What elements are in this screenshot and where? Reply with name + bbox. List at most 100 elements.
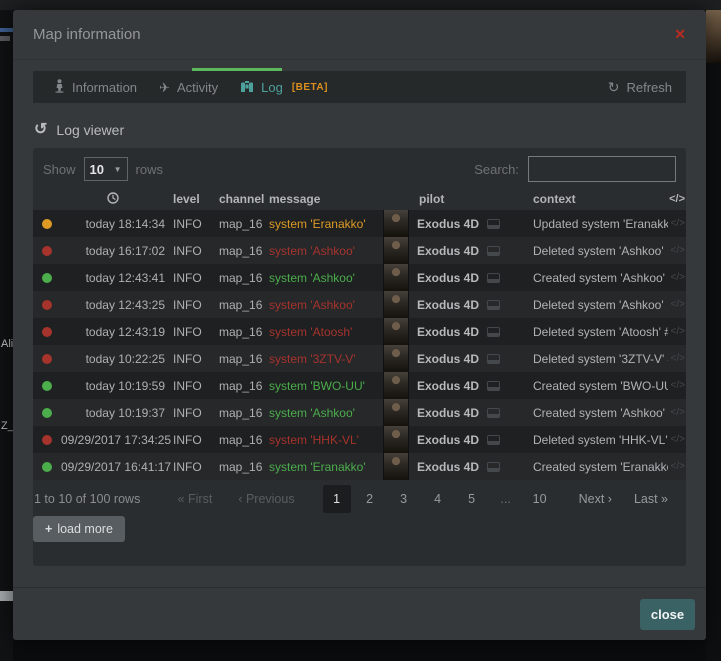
- row-message: system 'Ashkoo': [267, 298, 383, 312]
- row-status-cell: [33, 246, 61, 256]
- history-icon: ↺: [34, 122, 47, 138]
- load-more-button[interactable]: +load more: [33, 516, 125, 542]
- table-row[interactable]: today 18:14:34 INFO map_16 system 'Erana…: [33, 210, 686, 237]
- clock-icon: [107, 192, 119, 207]
- row-channel: map_16: [215, 271, 267, 285]
- row-channel: map_16: [215, 406, 267, 420]
- code-icon[interactable]: </>: [668, 326, 686, 337]
- pilot-card-icon: [487, 435, 500, 445]
- pagination-first-button[interactable]: « First: [178, 492, 213, 506]
- refresh-button[interactable]: ↻ Refresh: [608, 79, 676, 96]
- row-context: Created system 'Eranakko...: [531, 460, 668, 474]
- pagination-previous-button[interactable]: ‹ Previous: [238, 492, 294, 506]
- row-time: today 10:22:25: [61, 352, 165, 366]
- pilot-name: Exodus 4D: [417, 460, 479, 474]
- status-dot: [42, 381, 52, 391]
- pilot-avatar: [383, 210, 409, 237]
- pagination-page-10[interactable]: 10: [525, 492, 555, 506]
- tab-label: Log: [261, 80, 283, 95]
- row-time: 09/29/2017 16:41:17: [61, 460, 165, 474]
- code-icon[interactable]: </>: [668, 272, 686, 283]
- background-right-strip: [706, 10, 721, 661]
- table-row[interactable]: 09/29/2017 16:41:17 INFO map_16 system '…: [33, 453, 686, 480]
- pagination-next-button[interactable]: Next ›: [579, 492, 612, 506]
- pilot-name: Exodus 4D: [417, 244, 479, 258]
- pagination-last-button[interactable]: Last »: [634, 492, 668, 506]
- row-channel: map_16: [215, 433, 267, 447]
- row-channel: map_16: [215, 217, 267, 231]
- table-row[interactable]: 09/29/2017 17:34:25 INFO map_16 system '…: [33, 426, 686, 453]
- row-pilot-cell: Exodus 4D: [383, 426, 531, 453]
- pilot-card-icon: [487, 381, 500, 391]
- status-dot: [42, 219, 52, 229]
- search-input[interactable]: [528, 156, 676, 182]
- header-level[interactable]: level: [165, 192, 215, 206]
- pilot-avatar: [383, 426, 409, 453]
- pilot-name: Exodus 4D: [417, 433, 479, 447]
- pagination-page-5[interactable]: 5: [457, 492, 487, 506]
- row-channel: map_16: [215, 352, 267, 366]
- row-status-cell: [33, 300, 61, 310]
- pagination-page-4[interactable]: 4: [423, 492, 453, 506]
- pilot-avatar: [383, 237, 409, 264]
- code-icon[interactable]: </>: [668, 353, 686, 364]
- row-context: Deleted system 'HHK-VL' ...: [531, 433, 668, 447]
- pagination-page-2[interactable]: 2: [355, 492, 385, 506]
- code-icon[interactable]: </>: [668, 407, 686, 418]
- refresh-icon: ↻: [608, 79, 620, 96]
- pilot-name: Exodus 4D: [417, 406, 479, 420]
- plane-icon: ✈: [159, 81, 170, 94]
- code-icon[interactable]: </>: [668, 434, 686, 445]
- code-icon[interactable]: </>: [668, 245, 686, 256]
- pilot-avatar: [383, 264, 409, 291]
- pilot-card-icon: [487, 273, 500, 283]
- code-icon[interactable]: </>: [668, 461, 686, 472]
- pagination-summary: 1 to 10 of 100 rows: [33, 492, 178, 506]
- row-level: INFO: [165, 433, 215, 447]
- header-message[interactable]: message: [267, 192, 383, 206]
- pilot-avatar: [383, 345, 409, 372]
- row-channel: map_16: [215, 298, 267, 312]
- header-pilot[interactable]: pilot: [383, 186, 531, 213]
- table-row[interactable]: today 10:19:37 INFO map_16 system 'Ashko…: [33, 399, 686, 426]
- table-row[interactable]: today 12:43:19 INFO map_16 system 'Atoos…: [33, 318, 686, 345]
- row-message: system 'Eranakko': [267, 217, 383, 231]
- code-icon[interactable]: </>: [668, 218, 686, 229]
- pilot-name: Exodus 4D: [417, 217, 479, 231]
- row-context: Deleted system 'Ashkoo' ...: [531, 244, 668, 258]
- close-button[interactable]: close: [640, 599, 695, 630]
- close-icon[interactable]: ✕: [674, 26, 686, 43]
- page-size-select[interactable]: 10 ▼: [84, 157, 128, 181]
- tab-information[interactable]: Information: [43, 71, 148, 103]
- pagination-page-3[interactable]: 3: [389, 492, 419, 506]
- header-channel[interactable]: channel: [215, 192, 267, 206]
- row-time: today 12:43:25: [61, 298, 165, 312]
- table-row[interactable]: today 10:22:25 INFO map_16 system '3ZTV-…: [33, 345, 686, 372]
- table-row[interactable]: today 10:19:59 INFO map_16 system 'BWO-U…: [33, 372, 686, 399]
- dialog-footer: close: [13, 587, 706, 640]
- table-row[interactable]: today 12:43:41 INFO map_16 system 'Ashko…: [33, 264, 686, 291]
- row-channel: map_16: [215, 460, 267, 474]
- status-dot: [42, 435, 52, 445]
- row-level: INFO: [165, 460, 215, 474]
- row-channel: map_16: [215, 244, 267, 258]
- pilot-card-icon: [487, 354, 500, 364]
- row-message: system '3ZTV-V': [267, 352, 383, 366]
- tab-log[interactable]: Log [BETA]: [229, 71, 339, 103]
- pagination-page-1[interactable]: 1: [323, 485, 351, 513]
- row-level: INFO: [165, 406, 215, 420]
- table-row[interactable]: today 12:43:25 INFO map_16 system 'Ashko…: [33, 291, 686, 318]
- table-row[interactable]: today 16:17:02 INFO map_16 system 'Ashko…: [33, 237, 686, 264]
- row-pilot-cell: Exodus 4D: [383, 210, 531, 237]
- pagination-page-...: ...: [491, 492, 521, 506]
- code-icon[interactable]: </>: [668, 299, 686, 310]
- tab-bar: Information ✈ Activity Log [BETA] ↻ Refr…: [33, 71, 686, 103]
- street-view-icon: [54, 79, 65, 95]
- rows-label: rows: [136, 162, 163, 177]
- row-context: Updated system 'Eranakk...: [531, 217, 668, 231]
- pilot-card-icon: [487, 462, 500, 472]
- code-icon[interactable]: </>: [668, 380, 686, 391]
- tab-activity[interactable]: ✈ Activity: [148, 71, 229, 103]
- header-context[interactable]: context: [531, 192, 668, 206]
- log-viewer-heading: ↺ Log viewer: [34, 122, 124, 138]
